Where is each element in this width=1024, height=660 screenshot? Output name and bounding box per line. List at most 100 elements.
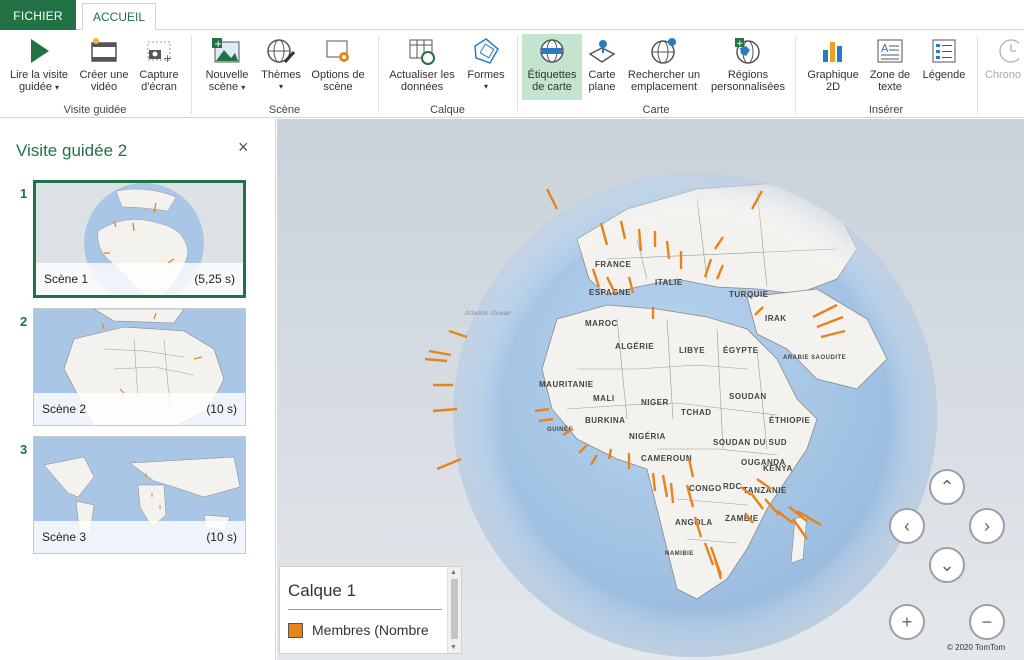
group-scene-label: Scène xyxy=(268,104,301,116)
map-labels-button[interactable]: Étiquettes de carte xyxy=(522,34,582,100)
label-turquie: TURQUIE xyxy=(729,290,769,299)
scroll-up-icon[interactable]: ▲ xyxy=(450,569,457,576)
zoom-out-button[interactable]: − xyxy=(969,604,1005,640)
group-insert: Graphique 2D A Zone de texte Légende Ins… xyxy=(796,30,976,117)
label-rdc: RDC xyxy=(723,482,742,491)
themes-label: Thèmes xyxy=(261,69,301,81)
map-legend[interactable]: Calque 1 Membres (Nombre ▲ ▼ xyxy=(279,566,462,654)
label-tchad: TCHAD xyxy=(681,408,712,417)
scene-card-1[interactable]: Scène 1 (5,25 s) xyxy=(33,180,246,298)
film-icon xyxy=(91,38,117,62)
tour-panel: Visite guidée 2 × 1 Scène 1 (5,25 s) 2 S… xyxy=(0,119,276,660)
label-soudan-du-sud: SOUDAN DU SUD xyxy=(713,438,787,447)
text-box-icon: A xyxy=(877,39,903,63)
scene-card-2[interactable]: Scène 2 (10 s) xyxy=(33,308,246,426)
tab-file[interactable]: FICHIER xyxy=(0,0,76,30)
scene-caption: Scène 2 (10 s) xyxy=(34,393,245,425)
flat-map-label-2: plane xyxy=(588,81,616,93)
tilt-down-button[interactable]: ⌄ xyxy=(929,547,965,583)
group-tour-label: Visite guidée xyxy=(63,104,127,116)
svg-text:+: + xyxy=(214,39,222,50)
legend-title: Calque 1 xyxy=(288,581,357,600)
label-maroc: MAROC xyxy=(585,319,618,328)
scene-options-button[interactable]: Options de scène xyxy=(306,34,370,100)
new-scene-button[interactable]: + Nouvelle scène ▾ xyxy=(198,34,256,100)
label-mali: MALI xyxy=(593,394,615,403)
label-libye: LIBYE xyxy=(679,346,705,355)
map-labels-label-2: de carte xyxy=(532,81,572,93)
scene-number: 1 xyxy=(20,186,28,201)
label-zambie: ZAMBIE xyxy=(725,514,759,523)
label-namibie: NAMIBIE xyxy=(665,551,694,557)
chevron-right-icon: › xyxy=(984,516,990,536)
label-soudan: SOUDAN xyxy=(729,392,767,401)
label-espagne: ESPAGNE xyxy=(589,288,631,297)
create-video-button[interactable]: Créer une vidéo xyxy=(76,34,132,100)
label-niger: NIGER xyxy=(641,398,669,407)
label-angola: ANGOLA xyxy=(675,518,713,527)
themes-button[interactable]: Thèmes ▾ xyxy=(258,34,304,100)
group-map-label: Carte xyxy=(642,104,670,116)
play-tour-label-1: Lire la visite xyxy=(9,69,69,81)
create-video-label-1: Créer une xyxy=(79,69,129,81)
globe-regions-icon: + xyxy=(735,38,760,64)
scene-options-label-2: scène xyxy=(323,81,353,93)
custom-regions-label-2: personnalisées xyxy=(711,81,785,93)
legend-swatch xyxy=(288,623,303,638)
chart-2d-label-1: Graphique xyxy=(807,69,859,81)
text-box-button[interactable]: A Zone de texte xyxy=(866,34,914,100)
rotate-right-button[interactable]: › xyxy=(969,508,1005,544)
refresh-data-button[interactable]: Actualiser les données xyxy=(385,34,459,100)
scene-duration: (10 s) xyxy=(206,530,237,544)
play-icon xyxy=(31,39,49,63)
timeline-button[interactable]: Chrono xyxy=(982,34,1024,100)
label-nigeria: NIGÉRIA xyxy=(629,432,666,441)
clock-icon xyxy=(999,39,1019,63)
flat-map-icon xyxy=(588,40,616,63)
scene-number: 2 xyxy=(20,314,28,329)
screenshot-button[interactable]: + Capture d'écran xyxy=(134,34,184,100)
group-tour: Lire la visite guidée ▾ Créer une vidéo … xyxy=(0,30,190,117)
refresh-label-1: Actualiser les xyxy=(389,69,455,81)
minus-icon: − xyxy=(981,612,993,632)
globe-labels-icon xyxy=(540,39,564,63)
plus-icon: + xyxy=(901,612,913,632)
chart-2d-label-2: 2D xyxy=(825,81,841,93)
chart-2d-button[interactable]: Graphique 2D xyxy=(804,34,862,100)
find-location-button[interactable]: Rechercher un emplacement xyxy=(622,34,706,100)
close-icon[interactable]: × xyxy=(238,137,249,158)
text-box-label-2: texte xyxy=(878,81,902,93)
play-tour-button[interactable]: Lire la visite guidée ▾ xyxy=(4,34,74,100)
scene-caption: Scène 3 (10 s) xyxy=(34,521,245,553)
custom-regions-button[interactable]: + Régions personnalisées xyxy=(708,34,788,100)
tilt-up-button[interactable]: ⌃ xyxy=(929,469,965,505)
chevron-down-icon: ⌄ xyxy=(939,555,955,575)
shapes-button[interactable]: Formes ▾ xyxy=(463,34,509,100)
label-france: FRANCE xyxy=(595,260,631,269)
legend-button[interactable]: Légende xyxy=(918,34,970,100)
shapes-label: Formes xyxy=(467,69,505,81)
tab-home[interactable]: ACCUEIL xyxy=(82,3,156,31)
svg-text:A: A xyxy=(881,42,889,55)
group-scene: + Nouvelle scène ▾ Thèmes ▾ Options de s… xyxy=(192,30,377,117)
label-algerie: ALGÉRIE xyxy=(615,342,654,351)
flat-map-label-1: Carte xyxy=(588,69,616,81)
find-location-label-2: emplacement xyxy=(630,81,698,93)
rotate-left-button[interactable]: ‹ xyxy=(889,508,925,544)
scene-card-3[interactable]: Scène 3 (10 s) xyxy=(33,436,246,554)
camera-icon: + xyxy=(147,41,172,65)
flat-map-button[interactable]: Carte plane xyxy=(584,34,620,100)
label-cameroun: CAMEROUN xyxy=(641,454,692,463)
group-layer: Actualiser les données Formes ▾ Calque xyxy=(379,30,516,117)
scene-caption: Scène 1 (5,25 s) xyxy=(36,263,243,295)
svg-text:+: + xyxy=(163,52,172,65)
shapes-caret-icon: ▾ xyxy=(483,82,488,91)
ribbon: Lire la visite guidée ▾ Créer une vidéo … xyxy=(0,30,1024,118)
scroll-down-icon[interactable]: ▼ xyxy=(450,644,457,651)
scroll-thumb[interactable] xyxy=(451,579,458,639)
zoom-in-button[interactable]: + xyxy=(889,604,925,640)
scene-duration: (10 s) xyxy=(206,402,237,416)
globe-pin-icon xyxy=(651,38,676,64)
legend-scrollbar[interactable]: ▲ ▼ xyxy=(447,567,461,653)
ribbon-separator xyxy=(977,36,978,114)
